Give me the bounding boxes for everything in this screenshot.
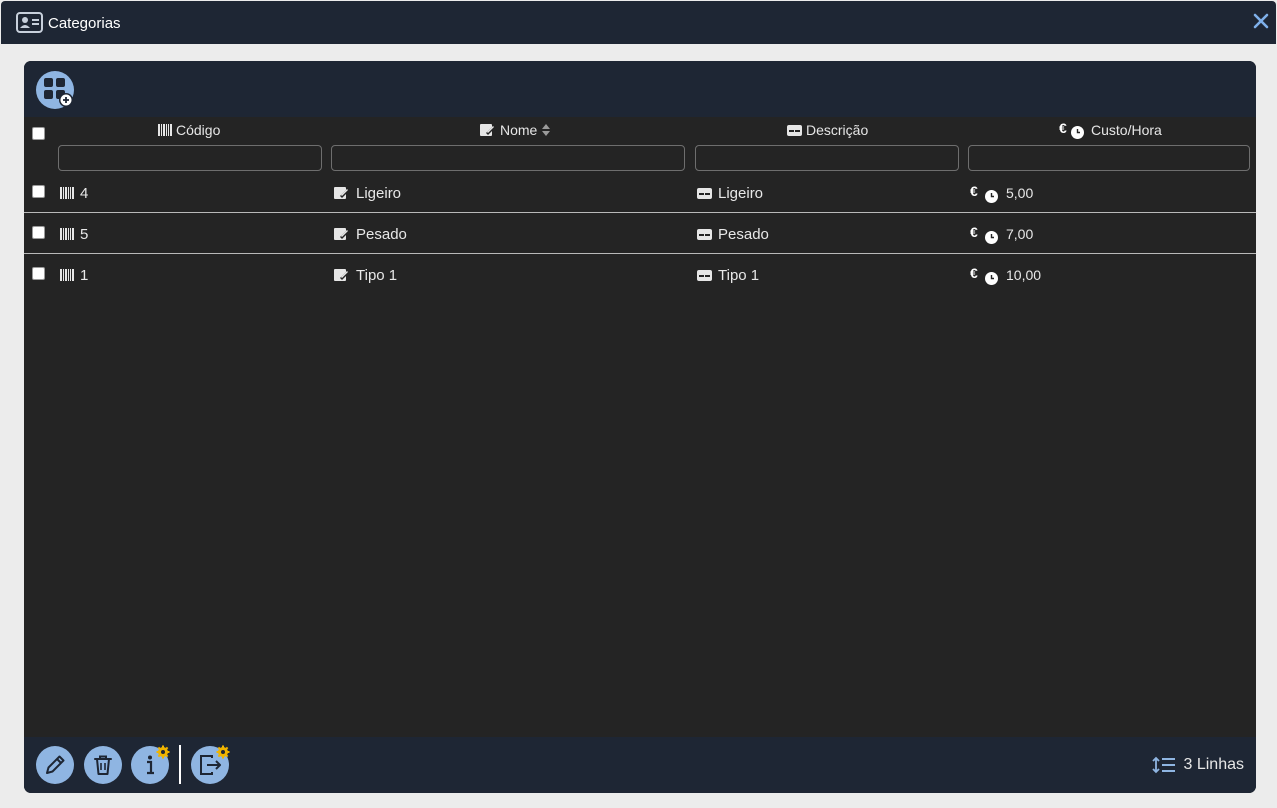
cell-codigo: 5 bbox=[60, 225, 88, 243]
column-label: Custo/Hora bbox=[1091, 122, 1162, 138]
toolbar bbox=[24, 61, 1256, 117]
cell-descricao: Tipo 1 bbox=[697, 266, 759, 284]
filter-custo-hora-input[interactable] bbox=[968, 145, 1250, 171]
window-titlebar: Categorias bbox=[1, 1, 1276, 44]
column-header-codigo[interactable]: Código bbox=[158, 120, 220, 140]
export-button[interactable] bbox=[191, 745, 230, 784]
add-category-button[interactable] bbox=[36, 71, 74, 109]
line-height-icon bbox=[1151, 756, 1175, 774]
table-row[interactable]: 1 Tipo 1 Tipo 1 € 10,00 bbox=[24, 254, 1256, 295]
row-checkbox[interactable] bbox=[32, 267, 45, 280]
row-checkbox[interactable] bbox=[32, 226, 45, 239]
euro-clock-icon: € bbox=[1059, 120, 1087, 139]
categories-panel: Código Nome Descrição € Custo/Hora 4 Lig… bbox=[24, 61, 1256, 793]
filter-descricao-input[interactable] bbox=[695, 145, 959, 171]
barcode-icon bbox=[158, 124, 172, 136]
cell-descricao: Pesado bbox=[697, 225, 769, 243]
euro-clock-icon: € bbox=[970, 224, 1000, 244]
column-header-descricao[interactable]: Descrição bbox=[787, 120, 868, 140]
signature-icon bbox=[334, 228, 350, 240]
signature-icon bbox=[334, 187, 350, 199]
settings-badge-icon bbox=[216, 745, 230, 759]
footer-toolbar: 3 Linhas bbox=[24, 737, 1256, 793]
column-header-custo-hora[interactable]: € Custo/Hora bbox=[1059, 120, 1162, 140]
table-row[interactable]: 5 Pesado Pesado € 7,00 bbox=[24, 213, 1256, 254]
euro-clock-icon: € bbox=[970, 265, 1000, 285]
contact-card-icon bbox=[16, 12, 43, 33]
sort-icon[interactable] bbox=[541, 123, 551, 137]
euro-clock-icon: € bbox=[970, 183, 1000, 203]
cell-codigo: 4 bbox=[60, 184, 88, 202]
barcode-icon bbox=[60, 269, 74, 281]
close-icon[interactable] bbox=[1252, 12, 1270, 30]
column-label: Nome bbox=[500, 122, 538, 138]
signature-icon bbox=[480, 124, 496, 136]
cell-descricao: Ligeiro bbox=[697, 184, 763, 202]
cell-codigo: 1 bbox=[60, 266, 88, 284]
signature-icon bbox=[334, 269, 350, 281]
card-icon bbox=[697, 228, 712, 240]
edit-icon bbox=[46, 755, 65, 774]
filter-nome-input[interactable] bbox=[331, 145, 685, 171]
column-label: Código bbox=[176, 122, 221, 138]
cell-custo-hora: € 5,00 bbox=[970, 183, 1034, 203]
trash-icon bbox=[94, 755, 112, 775]
delete-button[interactable] bbox=[84, 746, 122, 784]
grid-add-icon bbox=[44, 78, 73, 107]
toolbar-divider bbox=[179, 745, 181, 784]
card-icon bbox=[697, 187, 712, 199]
window-title: Categorias bbox=[48, 15, 121, 32]
column-label: Descrição bbox=[806, 122, 869, 138]
cell-nome: Ligeiro bbox=[334, 184, 401, 202]
select-all-checkbox[interactable] bbox=[32, 127, 45, 140]
rows-count: 3 Linhas bbox=[1151, 756, 1245, 774]
barcode-icon bbox=[60, 187, 74, 199]
settings-badge-icon bbox=[156, 745, 170, 759]
barcode-icon bbox=[60, 228, 74, 240]
edit-button[interactable] bbox=[36, 746, 74, 784]
rows-count-label: 3 Linhas bbox=[1183, 756, 1245, 773]
cell-custo-hora: € 10,00 bbox=[970, 265, 1042, 285]
row-checkbox[interactable] bbox=[32, 185, 45, 198]
table-row[interactable]: 4 Ligeiro Ligeiro € 5,00 bbox=[24, 172, 1256, 213]
cell-nome: Tipo 1 bbox=[334, 266, 397, 284]
column-header-nome[interactable]: Nome bbox=[480, 120, 551, 140]
card-icon bbox=[787, 124, 802, 136]
filter-codigo-input[interactable] bbox=[58, 145, 322, 171]
cell-custo-hora: € 7,00 bbox=[970, 224, 1034, 244]
info-button[interactable] bbox=[131, 745, 170, 784]
card-icon bbox=[697, 269, 712, 281]
cell-nome: Pesado bbox=[334, 225, 407, 243]
